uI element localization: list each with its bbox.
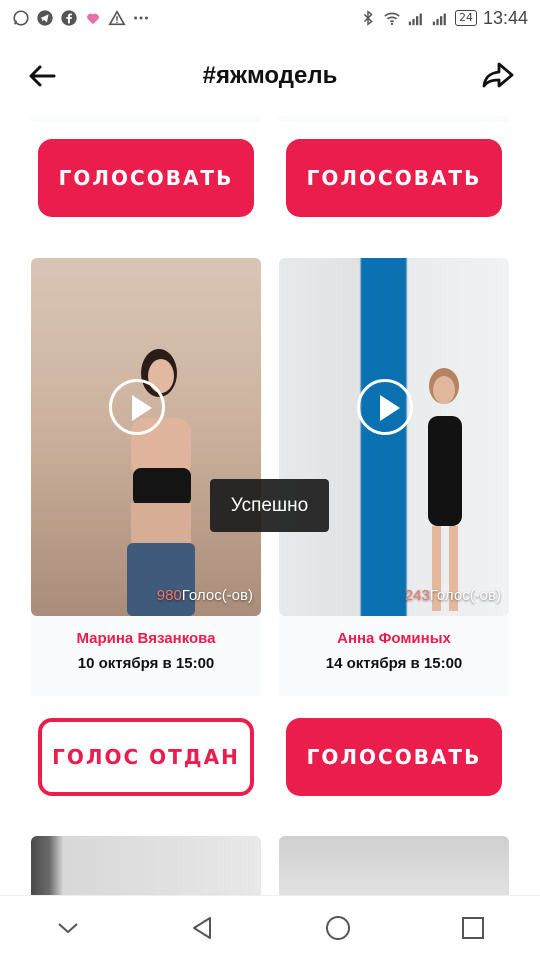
video-card[interactable]: 980Голос(-ов) (31, 258, 261, 616)
vote-count: 243Голос(-ов) (404, 587, 501, 604)
more-icon (134, 16, 148, 20)
status-left (12, 9, 150, 27)
voted-button[interactable]: ГОЛОС ОТДАН (38, 718, 254, 796)
video-card[interactable] (279, 836, 509, 896)
status-time: 13:44 (482, 7, 528, 28)
video-thumbnail (127, 349, 195, 616)
vote-button[interactable]: ГОЛОСОВАТЬ (286, 139, 502, 217)
signal-icon (432, 13, 446, 26)
status-bar: 24 13:44 (0, 0, 540, 36)
play-icon[interactable] (357, 379, 413, 435)
back-triangle-icon (192, 917, 211, 939)
share-button[interactable] (480, 56, 516, 96)
chevron-down-icon (57, 923, 78, 934)
previous-card-strip (278, 116, 509, 122)
participant-date: 14 октября в 15:00 (325, 655, 463, 672)
video-card[interactable]: 243Голос(-ов) (279, 258, 509, 616)
play-icon[interactable] (109, 379, 165, 435)
participant-name: Анна Фоминых (337, 630, 451, 647)
telegram-icon (37, 10, 53, 26)
video-thumbnail (428, 368, 462, 611)
system-navbar (0, 895, 540, 960)
facebook-icon (61, 10, 77, 26)
wifi-icon (384, 12, 400, 26)
signal-icon (408, 13, 422, 26)
whatsapp-icon (13, 10, 29, 26)
page-title: #яжмодель (202, 62, 338, 89)
previous-card-strip (30, 116, 261, 122)
nav-recents-button[interactable] (449, 904, 497, 952)
vote-button[interactable]: ГОЛОСОВАТЬ (286, 718, 502, 796)
vote-button[interactable]: ГОЛОСОВАТЬ (38, 139, 254, 217)
video-card[interactable] (31, 836, 261, 896)
nav-back-button[interactable] (179, 904, 227, 952)
app-header: #яжмодель (0, 36, 540, 116)
back-button[interactable] (24, 56, 60, 96)
bluetooth-icon (363, 10, 373, 26)
home-circle-icon (325, 916, 350, 940)
nav-collapse-button[interactable] (44, 904, 92, 952)
nav-home-button[interactable] (314, 904, 362, 952)
card-info: Анна Фоминых 14 октября в 15:00 (279, 616, 509, 696)
recents-square-icon (461, 917, 484, 939)
vote-count: 980Голос(-ов) (156, 587, 253, 604)
battery-icon: 24 (454, 10, 477, 26)
warning-icon (108, 10, 126, 26)
participant-name: Марина Вязанкова (76, 630, 216, 647)
heart-app-icon (87, 13, 99, 25)
status-right: 24 13:44 (359, 8, 528, 29)
arrow-left-icon (29, 65, 56, 87)
share-icon (482, 62, 514, 88)
card-info: Марина Вязанкова 10 октября в 15:00 (31, 616, 261, 696)
toast-message: Успешно (210, 479, 329, 532)
participant-date: 10 октября в 15:00 (77, 655, 215, 672)
